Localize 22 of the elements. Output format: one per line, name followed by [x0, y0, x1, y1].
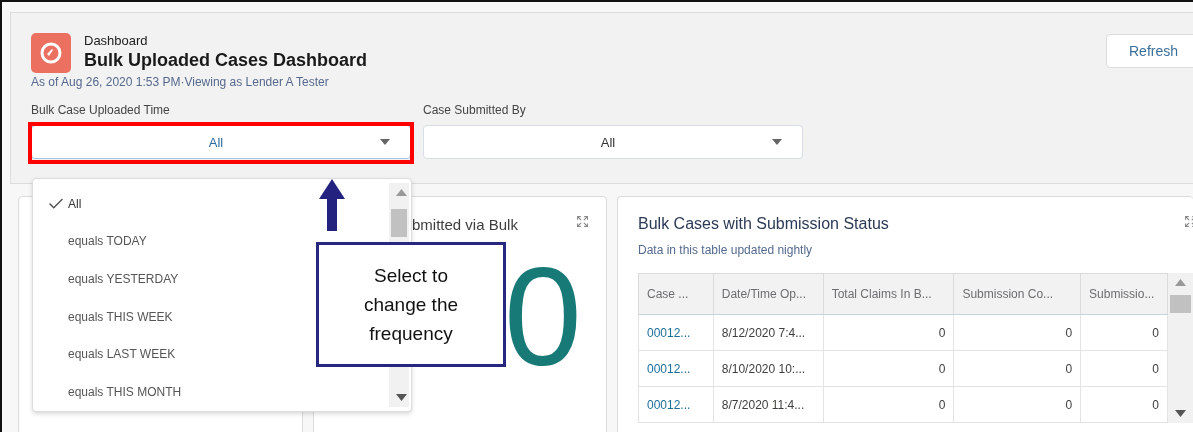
dashboard-subtitle: As of Aug 26, 2020 1:53 PM·Viewing as Lender A Tester [31, 75, 330, 89]
object-type-label: Dashboard [84, 33, 149, 48]
table-subtitle: Data in this table updated nightly [638, 243, 813, 257]
metric-title: bmitted via Bulk [412, 216, 518, 233]
annotation-tooltip: Select to change the frequency [316, 242, 506, 367]
table-cell: 0 [1080, 350, 1168, 387]
table-cell: 0 [823, 386, 954, 423]
dashboard-title: Bulk Uploaded Cases Dashboard [84, 49, 368, 72]
table-cell: 0 [953, 314, 1081, 351]
metric-value: 0 [504, 247, 582, 387]
table-cell: 0 [823, 350, 954, 387]
table-cell: 0 [953, 350, 1081, 387]
table-cell: 8/10/2020 10:... [713, 350, 824, 387]
table-cell: 0 [823, 314, 954, 351]
table-title: Bulk Cases with Submission Status [638, 215, 889, 233]
filter-label: Case Submitted By [423, 103, 527, 119]
table-cell: 0 [953, 386, 1081, 423]
filter-label: Bulk Case Uploaded Time [31, 103, 171, 119]
table-cell: 0 [1080, 386, 1168, 423]
table-cell: 0 [1080, 314, 1168, 351]
table-cell: 8/12/2020 7:4... [713, 314, 824, 351]
table-cell: 8/7/2020 11:4... [713, 386, 824, 423]
